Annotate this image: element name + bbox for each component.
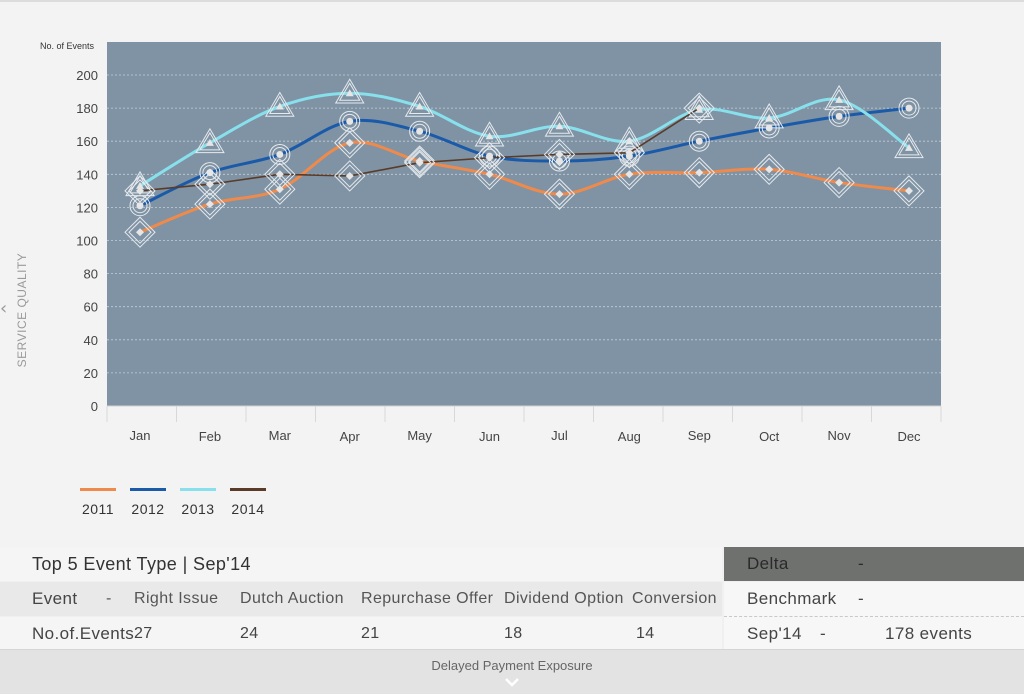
header-label: Event [32,589,78,608]
legend-label: 2012 [131,501,165,517]
table-header-row: Event - Right Issue Dutch Auction Repurc… [0,582,722,616]
x-tick-label: Jul [551,428,568,443]
legend-item-2011[interactable]: 2011 [80,488,116,517]
y-tick-label: 200 [76,68,98,83]
y-tick-label: 0 [91,399,98,414]
column-header[interactable]: Repurchase Offer [361,582,493,616]
data-point[interactable] [269,143,291,165]
legend-label: 2013 [181,501,215,517]
y-tick-label: 40 [84,333,98,348]
bottom-drawer-bar[interactable]: Delayed Payment Exposure [0,649,1024,694]
table-row: No.of.Events 27 24 21 18 14 [0,617,722,649]
legend-item-2014[interactable]: 2014 [230,488,266,517]
benchmark-label: Benchmark [747,589,837,608]
sep-label: Sep'14 [747,624,802,643]
sep-value: 178 events [885,624,973,643]
x-tick-label: Nov [828,428,852,443]
x-tick-label: Aug [618,429,641,444]
x-tick-label: Jun [479,429,500,444]
benchmark-row: Benchmark - [724,582,1024,617]
chart-legend: 2011 2012 2013 2014 [80,488,266,517]
y-tick-label: 140 [76,167,98,182]
y-tick-label: 180 [76,101,98,116]
column-header[interactable]: Dividend Option [504,582,624,616]
y-tick-label: 120 [76,200,98,215]
header-dash: - [106,590,112,607]
y-tick-label: 80 [84,267,98,282]
drawer-title: Delayed Payment Exposure [431,658,593,673]
data-point[interactable] [409,120,431,142]
data-point[interactable] [688,130,710,152]
x-tick-label: Mar [269,428,292,443]
legend-label: 2011 [81,501,115,517]
delta-row: Delta - [724,547,1024,581]
y-axis-ticks: 0 20 40 60 80 100 120 140 160 180 200 [76,68,98,414]
benchmark-value: - [858,589,865,608]
data-point[interactable] [339,110,361,132]
plot-area [107,42,941,406]
event-summary-panel: Top 5 Event Type | Sep'14 Event - Right … [0,547,1024,649]
sep-row: Sep'14 - 178 events [724,617,1024,649]
y-unit-label: No. of Events [40,41,95,51]
legend-item-2012[interactable]: 2012 [130,488,166,517]
legend-label: 2014 [231,501,265,517]
column-header[interactable]: Right Issue [134,582,218,616]
chevron-down-icon[interactable] [504,676,520,690]
column-header[interactable]: Dutch Auction [240,582,344,616]
table-cell: 14 [636,625,655,642]
x-tick-label: Jan [130,428,151,443]
y-tick-label: 60 [84,300,98,315]
legend-swatch [80,488,116,491]
table-title: Top 5 Event Type | Sep'14 [32,554,251,574]
table-cell: 24 [240,625,259,642]
x-tick-label: Oct [759,429,780,444]
legend-swatch [180,488,216,491]
table-cell: 18 [504,625,523,642]
x-tick-label: Apr [340,429,361,444]
x-tick-label: Sep [688,428,711,443]
chevron-left-icon[interactable]: ‹ [0,298,7,319]
x-tick-label: May [407,428,432,443]
delta-label: Delta [747,554,789,573]
legend-swatch [130,488,166,491]
column-header[interactable]: Conversion [632,582,717,616]
y-tick-label: 160 [76,134,98,149]
x-tick-label: Feb [199,429,221,444]
y-tick-label: 100 [76,234,98,249]
data-point[interactable] [898,97,920,119]
table-cell: 21 [361,625,380,642]
sep-dash: - [820,624,827,643]
y-axis-title: SERVICE QUALITY [15,253,29,368]
line-chart: 0 20 40 60 80 100 120 140 160 180 200 Jan Feb Mar Apr… [15,41,942,444]
table-title-row: Top 5 Event Type | Sep'14 [0,547,722,581]
legend-swatch [230,488,266,491]
y-tick-label: 20 [84,366,98,381]
row-label: No.of.Events [32,624,135,643]
x-axis-ticks: Jan Feb Mar Apr May Jun Jul Aug Sep Oct Nov Dec [106,405,942,444]
x-tick-label: Dec [897,429,921,444]
delta-value: - [858,554,865,573]
table-cell: 27 [134,625,153,642]
legend-item-2013[interactable]: 2013 [180,488,216,517]
